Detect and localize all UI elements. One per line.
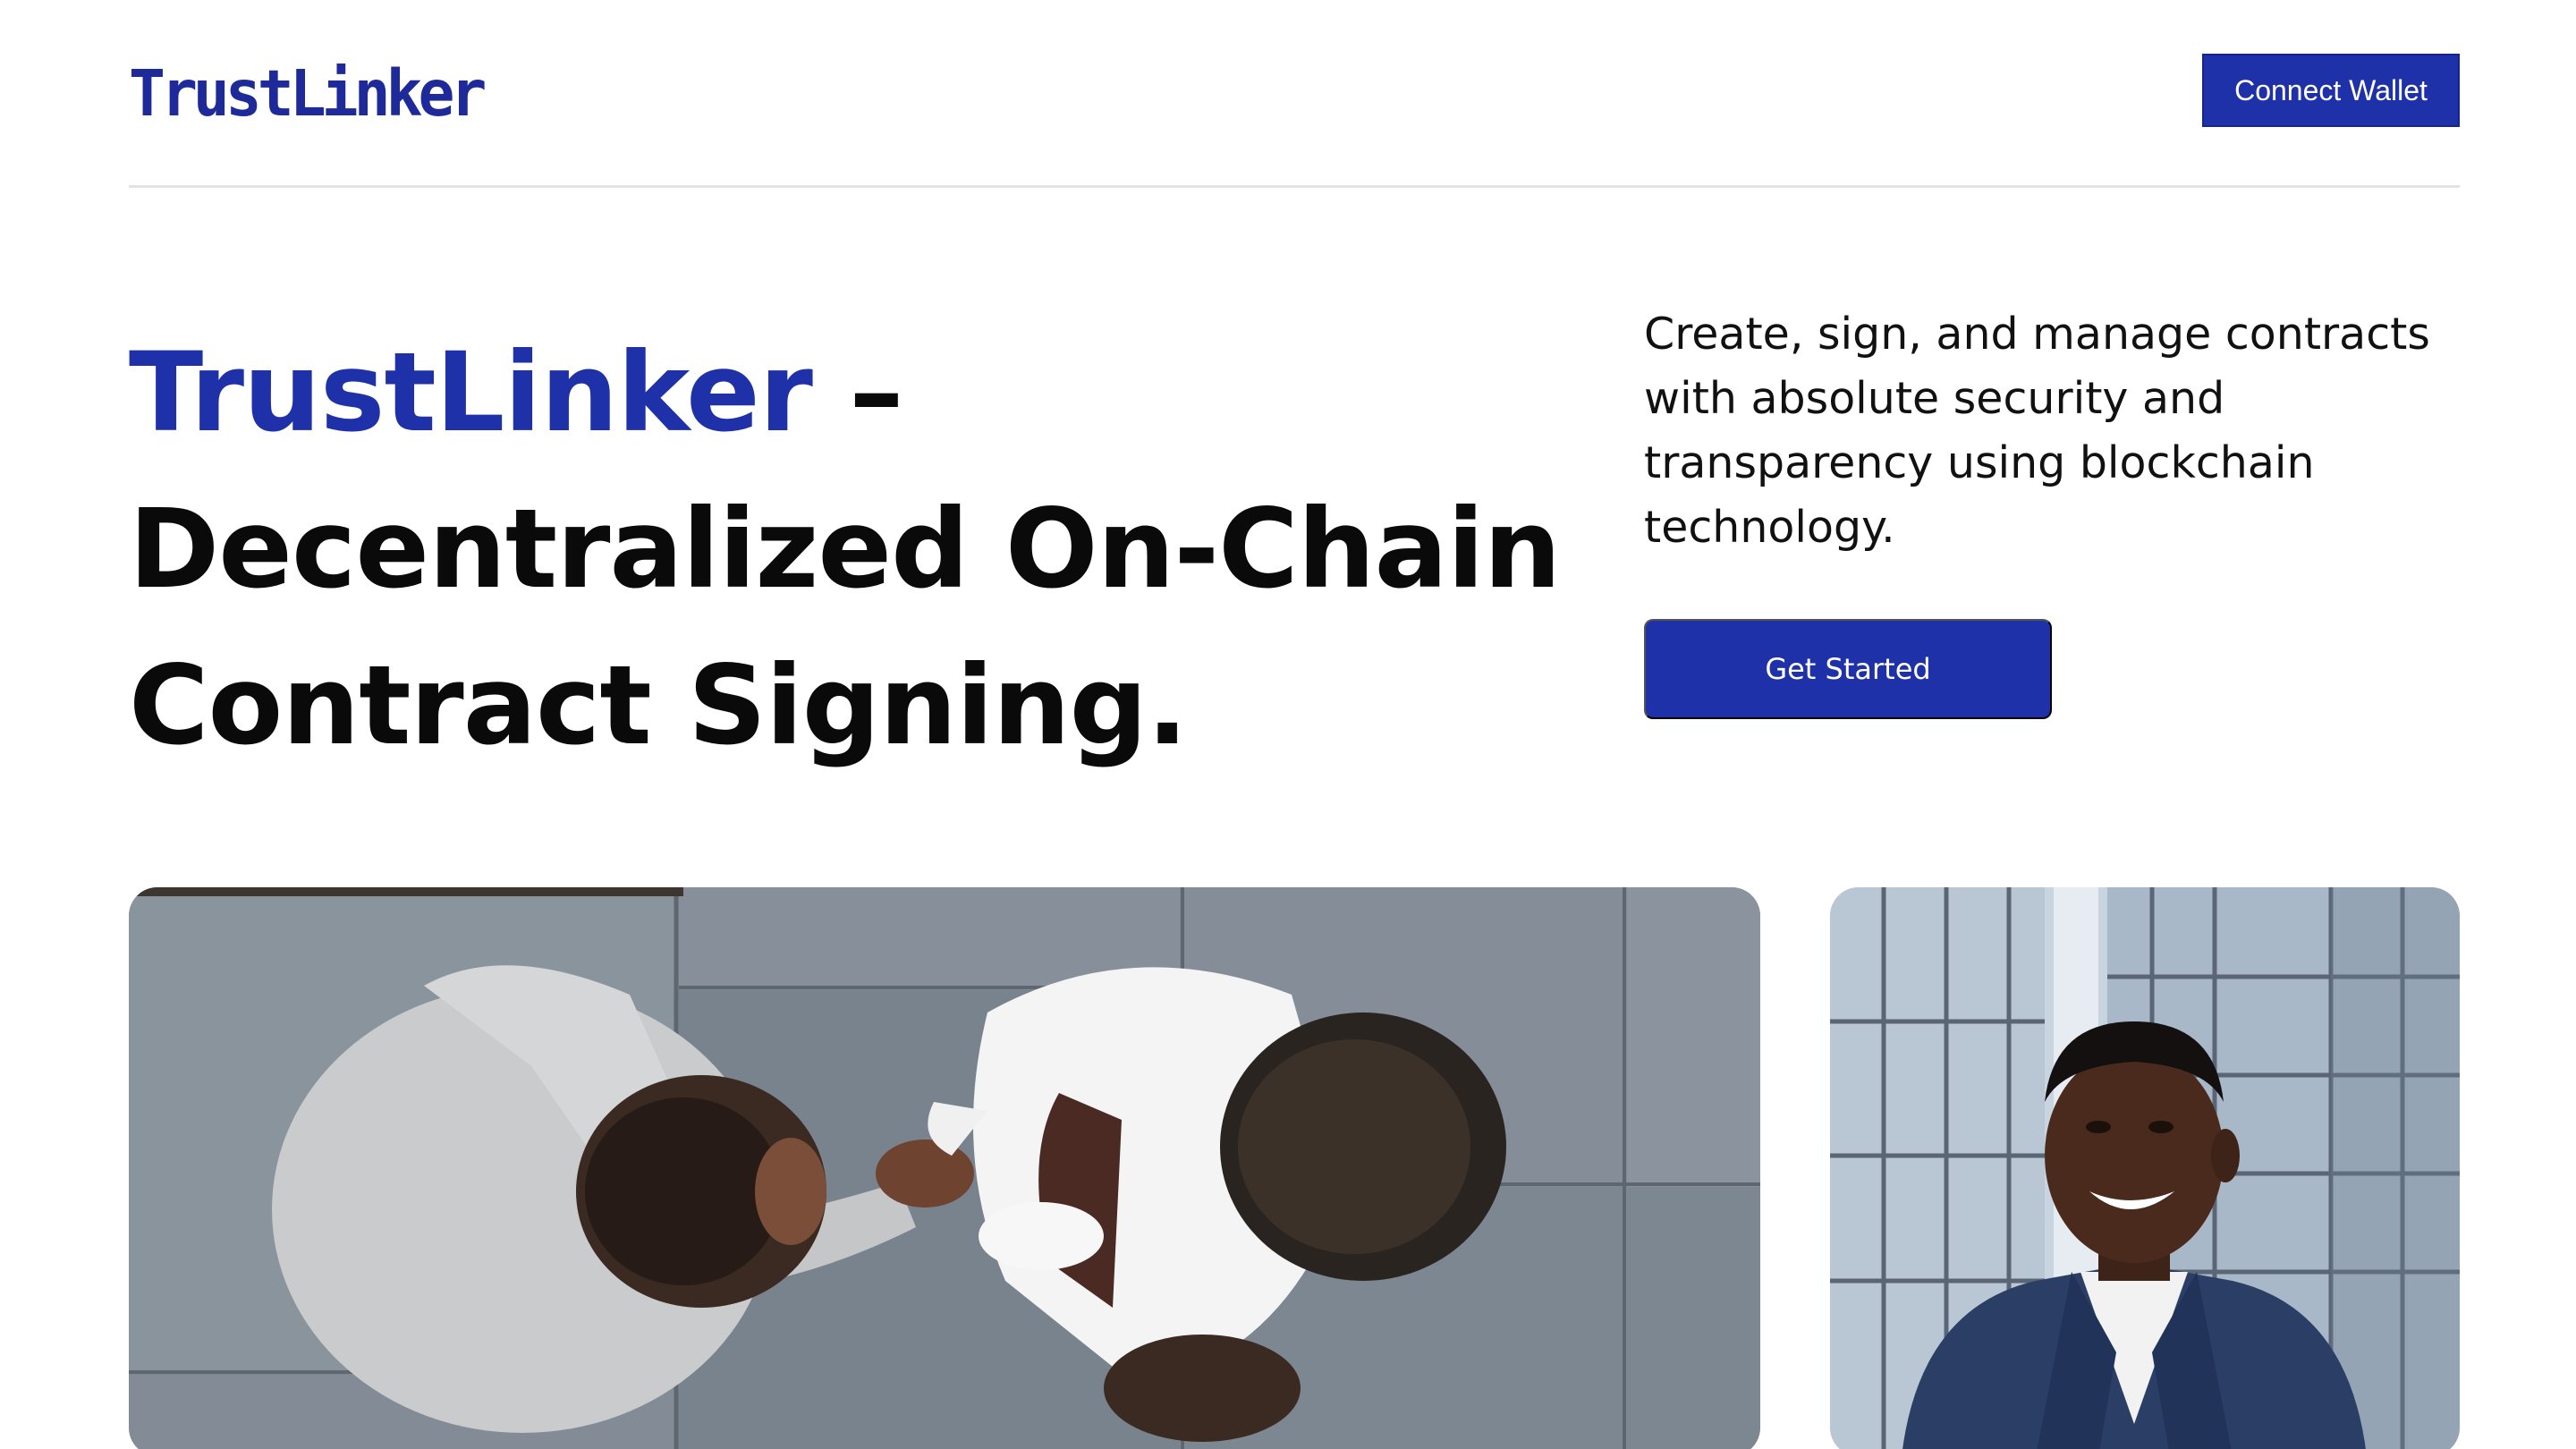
businessman-portrait-photo-icon bbox=[1830, 887, 2460, 1449]
headline-brand: TrustLinker bbox=[129, 329, 813, 456]
header-divider bbox=[129, 185, 2460, 188]
handshake-photo-icon bbox=[129, 887, 1760, 1449]
handshake-image bbox=[129, 887, 1760, 1449]
landing-page: TrustLinker Connect Wallet TrustLinker –… bbox=[0, 0, 2576, 1449]
portrait-image bbox=[1830, 887, 2460, 1449]
hero-headline: TrustLinker – Decentralized On-Chain Con… bbox=[129, 315, 1578, 784]
connect-wallet-button[interactable]: Connect Wallet bbox=[2202, 54, 2460, 127]
trustlinker-logo[interactable]: TrustLinker bbox=[129, 62, 487, 126]
hero-description: Create, sign, and manage contracts with … bbox=[1644, 309, 2430, 553]
get-started-button[interactable]: Get Started bbox=[1644, 619, 2052, 719]
